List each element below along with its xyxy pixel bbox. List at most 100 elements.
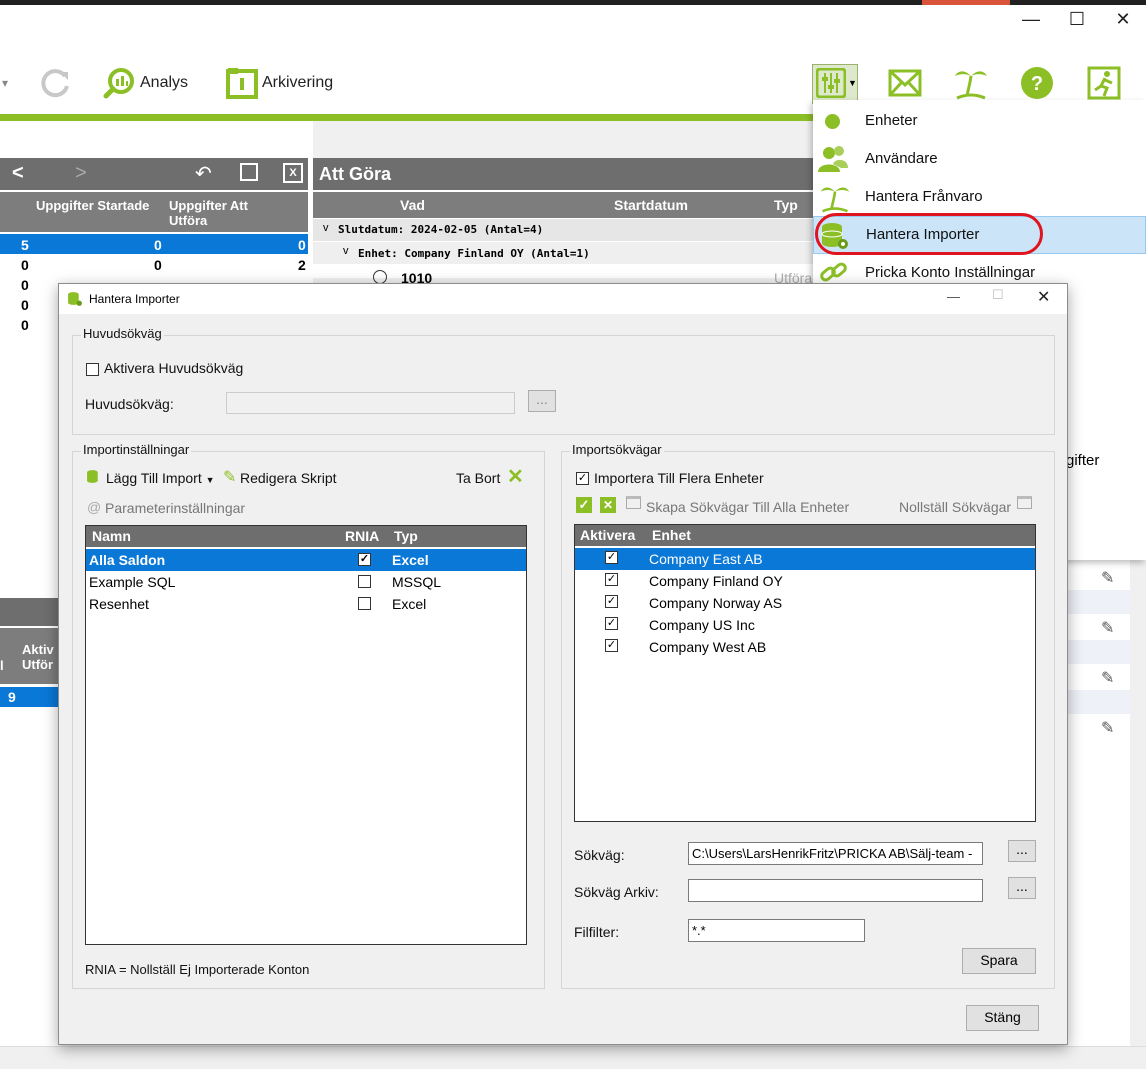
archive-icon[interactable]	[225, 66, 259, 100]
unit-checkbox[interactable]: ✓	[605, 551, 618, 564]
table-row[interactable]: ✓ Company Norway AS	[575, 592, 1035, 614]
col-typ[interactable]: Typ	[774, 197, 798, 213]
users-icon	[818, 146, 848, 172]
table-row[interactable]: Resenhet Excel	[86, 593, 526, 615]
save-button[interactable]: Spara	[962, 948, 1036, 974]
menu-item-hantera-franvaro[interactable]: Hantera Frånvaro	[813, 178, 1146, 216]
rnia-checkbox[interactable]	[358, 597, 371, 610]
unit-list: Aktivera Enhet ✓ Company East AB ✓ Compa…	[574, 524, 1036, 822]
palm-tree-icon	[820, 187, 850, 213]
path-browse-button[interactable]: ...	[1008, 840, 1036, 862]
unit-checkbox[interactable]: ✓	[605, 639, 618, 652]
save-icon[interactable]	[240, 163, 258, 181]
aktivera-huvudsokvag-checkbox[interactable]	[86, 363, 99, 376]
menu-item-anvandare[interactable]: Användare	[813, 140, 1146, 178]
rnia-checkbox[interactable]	[358, 575, 371, 588]
mail-icon[interactable]	[888, 68, 922, 98]
chevron-right-icon[interactable]: >	[75, 162, 87, 185]
window-title-bar	[0, 0, 1146, 36]
cell: 0	[154, 257, 162, 273]
col-uppgifter-startade[interactable]: Uppgifter Startade	[36, 198, 156, 213]
exit-icon[interactable]	[1087, 66, 1121, 100]
table-row	[1066, 590, 1131, 614]
table-row[interactable]: ✓ Company West AB	[575, 636, 1035, 658]
table-row[interactable]: ✓ Company US Inc	[575, 614, 1035, 636]
col-typ[interactable]: Typ	[394, 528, 418, 544]
help-icon[interactable]: ?	[1020, 66, 1054, 100]
check-all-icon[interactable]: ✓	[576, 497, 592, 513]
unit-name: Company Norway AS	[649, 595, 783, 611]
minimize-button[interactable]: —	[1016, 8, 1046, 30]
cell: 0	[21, 317, 29, 333]
import-list-header: Namn RNIA Typ	[86, 526, 526, 547]
lower-left-row-selected[interactable]: 9	[0, 687, 58, 707]
hantera-importer-dialog: Hantera Importer — ☐ ✕ Huvudsökväg Aktiv…	[58, 283, 1068, 1045]
remove-button[interactable]: Ta Bort	[456, 470, 500, 486]
unit-checkbox[interactable]: ✓	[605, 595, 618, 608]
import-type: MSSQL	[392, 574, 442, 590]
uncheck-all-icon[interactable]: ✕	[600, 497, 616, 513]
table-row[interactable]: ✓ Company East AB	[575, 548, 1035, 570]
rnia-checkbox[interactable]: ✓	[358, 553, 371, 566]
table-row[interactable]: Example SQL MSSQL	[86, 571, 526, 593]
col-enhet[interactable]: Enhet	[652, 527, 691, 543]
edit-pencil-icon[interactable]: ✎	[1101, 568, 1114, 588]
edit-script-button[interactable]: Redigera Skript	[240, 470, 337, 486]
todo-subgroup-row[interactable]: v Enhet: Company Finland OY (Antal=1)	[313, 242, 813, 264]
scrollbar[interactable]	[1130, 560, 1146, 1050]
group-title: Importinställningar	[81, 442, 192, 457]
col-uppgifter-att-utfora[interactable]: Uppgifter Att Utföra	[169, 198, 289, 228]
chevron-left-icon[interactable]: <	[12, 162, 24, 185]
chevron-down-icon[interactable]: v	[343, 245, 349, 257]
database-add-icon	[87, 470, 98, 483]
palm-tree-icon[interactable]	[953, 64, 989, 100]
cell: 0	[298, 237, 306, 253]
col-rnia[interactable]: RNIA	[345, 528, 379, 544]
col-aktiv-utfor[interactable]: Aktiv Utför	[22, 642, 62, 672]
remove-x-icon[interactable]: ✕	[507, 464, 524, 489]
undo-icon[interactable]: ↶	[195, 161, 212, 186]
unit-checkbox[interactable]: ✓	[605, 617, 618, 630]
dialog-maximize-button: ☐	[992, 287, 1004, 302]
reset-paths-button: Nollställ Sökvägar	[899, 499, 1012, 515]
unit-checkbox[interactable]: ✓	[605, 573, 618, 586]
maximize-button[interactable]: ☐	[1062, 8, 1092, 30]
edit-pencil-icon[interactable]: ✎	[1101, 668, 1114, 688]
edit-pencil-icon[interactable]: ✎	[1101, 618, 1114, 638]
analys-button[interactable]: Analys	[140, 74, 188, 92]
todo-radio[interactable]	[373, 270, 387, 284]
col-namn[interactable]: Namn	[92, 528, 131, 544]
refresh-icon[interactable]	[38, 66, 72, 100]
close-button[interactable]: ✕	[1108, 8, 1138, 30]
todo-group-row[interactable]: v Slutdatum: 2024-02-05 (Antal=4)	[313, 219, 813, 241]
huvudsokvag-group: Huvudsökväg Aktivera Huvudsökväg Huvudsö…	[72, 326, 1055, 435]
sliders-icon	[816, 68, 846, 98]
table-row[interactable]: ✓ Company Finland OY	[575, 570, 1035, 592]
import-name: Example SQL	[89, 574, 176, 590]
archive-path-input[interactable]	[688, 879, 983, 902]
archive-browse-button[interactable]: ...	[1008, 877, 1036, 899]
edit-pencil-icon[interactable]: ✎	[1101, 718, 1114, 738]
settings-menu-button[interactable]: ▼	[812, 64, 858, 104]
col-startdatum[interactable]: Startdatum	[614, 197, 688, 213]
col-aktivera[interactable]: Aktivera	[580, 527, 635, 543]
group-title: Huvudsökväg	[81, 326, 164, 341]
pencil-icon: ✎	[223, 469, 237, 486]
analys-icon[interactable]	[102, 66, 136, 100]
dropdown-arrow-icon[interactable]: ▾	[2, 76, 8, 90]
dialog-minimize-button[interactable]: —	[947, 289, 960, 304]
cell: 0	[154, 237, 162, 253]
path-input[interactable]: C:\Users\LarsHenrikFritz\PRICKA AB\Sälj-…	[688, 842, 983, 865]
close-dialog-button[interactable]: Stäng	[966, 1005, 1039, 1031]
filter-input[interactable]: *.*	[688, 919, 865, 942]
todo-header: Att Göra	[313, 158, 813, 190]
dialog-close-button[interactable]: ✕	[1037, 287, 1050, 307]
excel-icon[interactable]: X	[283, 163, 303, 183]
chevron-down-icon[interactable]: v	[323, 222, 329, 234]
arkivering-button[interactable]: Arkivering	[262, 74, 333, 92]
multi-unit-checkbox[interactable]: ✓	[576, 472, 589, 485]
table-row[interactable]: Alla Saldon ✓ Excel	[86, 549, 526, 571]
col-vad[interactable]: Vad	[400, 197, 425, 213]
add-import-button[interactable]: Lägg Till Import ▼	[106, 470, 215, 486]
menu-item-enheter[interactable]: Enheter	[813, 102, 1146, 140]
